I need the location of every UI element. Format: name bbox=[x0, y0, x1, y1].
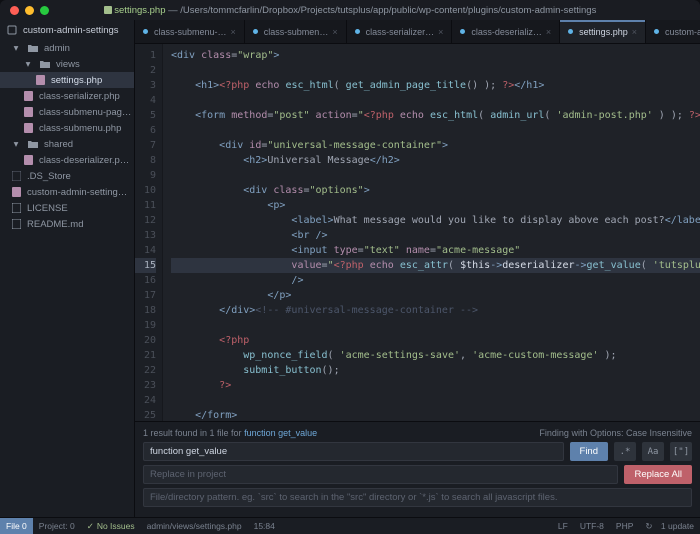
php-file-icon bbox=[22, 90, 34, 102]
chevron-down-icon: ▾ bbox=[10, 42, 22, 54]
whole-word-toggle[interactable]: ["] bbox=[670, 442, 692, 461]
tree-file[interactable]: class-serializer.php bbox=[0, 88, 134, 104]
minimize-window[interactable] bbox=[25, 6, 34, 15]
php-file-icon bbox=[10, 186, 22, 198]
gutter: 1234567891011121314151617181920212223242… bbox=[135, 44, 163, 421]
close-icon[interactable]: × bbox=[231, 27, 236, 37]
status-line-ending[interactable]: LF bbox=[552, 521, 574, 531]
tree-file[interactable]: class-submenu.php bbox=[0, 120, 134, 136]
tree-folder-views[interactable]: ▾views bbox=[0, 56, 134, 72]
status-bar: File 0 Project: 0 ✓No Issues admin/views… bbox=[0, 517, 700, 534]
folder-icon bbox=[39, 58, 51, 70]
close-window[interactable] bbox=[10, 6, 19, 15]
search-results-count: 1 result found in 1 file for function ge… bbox=[143, 428, 317, 438]
title-bar: settings.php — /Users/tommcfarlin/Dropbo… bbox=[0, 0, 700, 20]
editor-pane: class-submenu-…× class-submen… × class-s… bbox=[135, 20, 700, 517]
traffic-lights bbox=[10, 6, 49, 15]
project-name: custom-admin-settings bbox=[23, 25, 119, 36]
file-icon bbox=[10, 170, 22, 182]
find-input[interactable]: function get_value bbox=[143, 442, 564, 461]
case-toggle[interactable]: Aa bbox=[642, 442, 664, 461]
sidebar: custom-admin-settings ▾admin ▾views sett… bbox=[0, 20, 135, 517]
search-options-label: Finding with Options: Case Insensitive bbox=[539, 428, 692, 438]
file-icon bbox=[10, 202, 22, 214]
code-editor[interactable]: 1234567891011121314151617181920212223242… bbox=[135, 44, 700, 421]
chevron-down-icon: ▾ bbox=[10, 138, 22, 150]
close-icon[interactable]: × bbox=[332, 27, 337, 37]
tree-file[interactable]: class-submenu-pag… bbox=[0, 104, 134, 120]
tree-file[interactable]: LICENSE bbox=[0, 200, 134, 216]
tree-file[interactable]: class-deserializer.p… bbox=[0, 152, 134, 168]
tree-folder-shared[interactable]: ▾shared bbox=[0, 136, 134, 152]
chevron-down-icon: ▾ bbox=[22, 58, 34, 70]
tab[interactable]: class-deserializ…× bbox=[452, 20, 560, 43]
code-content[interactable]: <div class="wrap"> <h1><?php echo esc_ht… bbox=[163, 44, 700, 421]
status-file-badge[interactable]: File 0 bbox=[0, 518, 33, 534]
window-title: settings.php — /Users/tommcfarlin/Dropbo… bbox=[0, 5, 700, 16]
replace-all-button[interactable]: Replace All bbox=[624, 465, 692, 484]
book-icon bbox=[6, 24, 18, 36]
php-file-icon bbox=[22, 154, 34, 166]
file-tree: ▾admin ▾views settings.php class-seriali… bbox=[0, 40, 134, 232]
status-project[interactable]: Project: 0 bbox=[33, 521, 81, 531]
php-file-icon bbox=[34, 74, 46, 86]
zoom-window[interactable] bbox=[40, 6, 49, 15]
php-file-icon bbox=[22, 122, 34, 134]
find-replace-panel: 1 result found in 1 file for function ge… bbox=[135, 421, 700, 517]
close-icon[interactable]: × bbox=[438, 27, 443, 37]
tab-active[interactable]: settings.php× bbox=[560, 20, 646, 43]
project-header[interactable]: custom-admin-settings bbox=[0, 20, 134, 40]
close-icon[interactable]: × bbox=[546, 27, 551, 37]
regex-toggle[interactable]: .* bbox=[614, 442, 636, 461]
find-button[interactable]: Find bbox=[570, 442, 608, 461]
status-language[interactable]: PHP bbox=[610, 521, 639, 531]
status-path: admin/views/settings.php bbox=[141, 521, 248, 531]
status-encoding[interactable]: UTF-8 bbox=[574, 521, 610, 531]
folder-icon bbox=[27, 42, 39, 54]
folder-icon bbox=[27, 138, 39, 150]
tree-file[interactable]: .DS_Store bbox=[0, 168, 134, 184]
status-cursor[interactable]: 15:84 bbox=[248, 521, 281, 531]
tab-bar: class-submenu-…× class-submen… × class-s… bbox=[135, 20, 700, 44]
tab[interactable]: class-submenu-…× bbox=[135, 20, 245, 43]
status-issues[interactable]: ✓No Issues bbox=[81, 521, 141, 532]
tree-file[interactable]: custom-admin-setting… bbox=[0, 184, 134, 200]
sync-icon: ↻ bbox=[645, 521, 652, 532]
tree-folder-admin[interactable]: ▾admin bbox=[0, 40, 134, 56]
php-file-icon bbox=[22, 106, 34, 118]
tab[interactable]: custom-admin-…× bbox=[646, 20, 700, 43]
tree-file[interactable]: README.md bbox=[0, 216, 134, 232]
close-icon[interactable]: × bbox=[632, 27, 637, 37]
replace-input[interactable]: Replace in project bbox=[143, 465, 618, 484]
file-icon bbox=[10, 218, 22, 230]
tab[interactable]: class-submen… × bbox=[245, 20, 347, 43]
tab[interactable]: class-serializer…× bbox=[347, 20, 453, 43]
status-updates[interactable]: ↻ 1 update bbox=[639, 521, 700, 532]
tree-file-settings[interactable]: settings.php bbox=[0, 72, 134, 88]
file-pattern-input[interactable]: File/directory pattern. eg. `src` to sea… bbox=[143, 488, 692, 507]
